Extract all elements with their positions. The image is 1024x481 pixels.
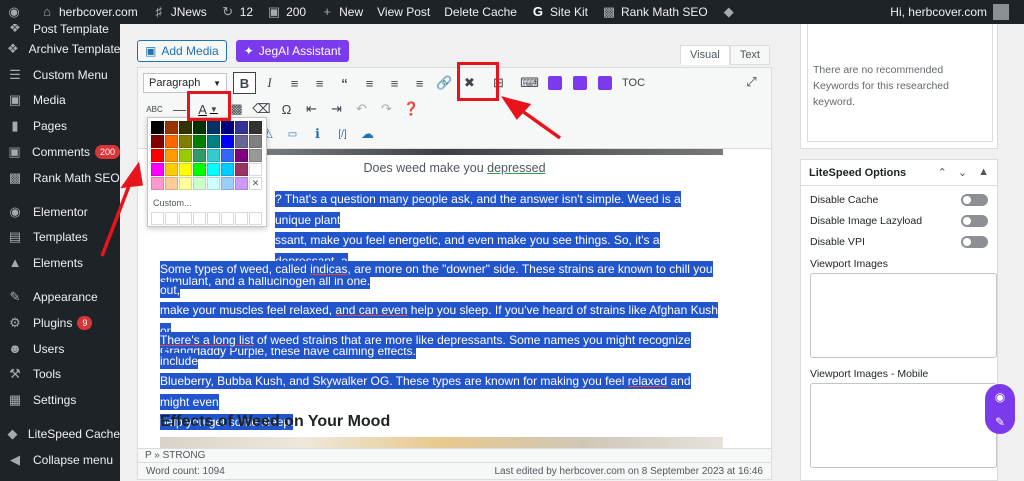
arrow-to-color-picker (100, 177, 134, 257)
annotation-arrows (100, 96, 562, 257)
arrowhead-color-picker (120, 161, 144, 189)
arrow-to-toolbar-toggle (516, 106, 562, 140)
